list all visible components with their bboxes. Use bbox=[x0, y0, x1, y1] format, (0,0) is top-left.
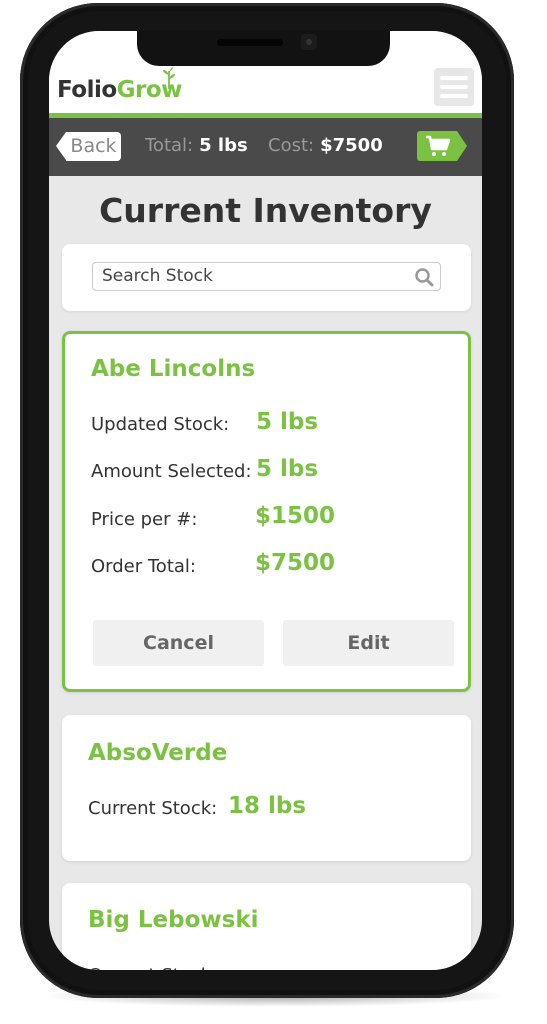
row-label: Amount Selected: bbox=[91, 461, 252, 482]
inventory-card-selected[interactable]: Abe Lincolns Updated Stock: 5 lbs Amount… bbox=[62, 331, 471, 692]
row-label: Order Total: bbox=[91, 556, 196, 577]
phone-notch bbox=[137, 30, 390, 66]
row-value: $7500 bbox=[255, 550, 336, 576]
inventory-card[interactable]: AbsoVerde Current Stock: 18 lbs bbox=[62, 715, 471, 861]
row-value: 5 lbs bbox=[256, 409, 319, 435]
search-card bbox=[62, 244, 471, 311]
hamburger-menu-icon[interactable] bbox=[434, 68, 474, 106]
back-arrow-icon bbox=[56, 132, 66, 160]
row-label: Price per #: bbox=[91, 509, 198, 530]
row-value: 18 lbs bbox=[228, 793, 307, 819]
item-name: Abe Lincolns bbox=[91, 356, 256, 382]
cancel-button[interactable]: Cancel bbox=[93, 620, 264, 666]
cost-value: $7500 bbox=[320, 135, 383, 156]
item-name: AbsoVerde bbox=[88, 740, 228, 766]
back-label: Back bbox=[66, 132, 121, 161]
row-value: $1500 bbox=[255, 503, 336, 529]
row-label: Current Stock: bbox=[88, 965, 217, 970]
row-value: 5 lbs bbox=[256, 456, 319, 482]
app-screen: FolioGrow Back Total:5 lbs Cost:$7500 bbox=[49, 31, 482, 970]
item-name: Big Lebowski bbox=[88, 907, 259, 933]
cost-label: Cost: bbox=[268, 135, 315, 156]
speaker bbox=[217, 39, 283, 46]
sprout-icon bbox=[163, 67, 175, 89]
inventory-card[interactable]: Big Lebowski Current Stock: bbox=[62, 883, 471, 970]
search-field[interactable] bbox=[92, 262, 441, 291]
total-label: Total: bbox=[145, 135, 194, 156]
edit-button[interactable]: Edit bbox=[283, 620, 454, 666]
row-label: Updated Stock: bbox=[91, 414, 230, 435]
row-label: Current Stock: bbox=[88, 798, 218, 819]
cart-button[interactable] bbox=[417, 131, 467, 161]
page-title: Current Inventory bbox=[99, 191, 432, 230]
summary-bar: Back Total: 5 lbs Cost: $7500 bbox=[49, 118, 482, 176]
total-stat: Total: 5 lbs bbox=[145, 135, 248, 156]
cart-icon bbox=[426, 135, 451, 156]
search-input[interactable] bbox=[102, 265, 402, 287]
logo-part1: Folio bbox=[57, 77, 117, 103]
search-icon[interactable] bbox=[414, 267, 434, 287]
total-value: 5 lbs bbox=[199, 135, 248, 156]
cost-stat: Cost: $7500 bbox=[268, 135, 383, 156]
camera bbox=[301, 34, 317, 50]
